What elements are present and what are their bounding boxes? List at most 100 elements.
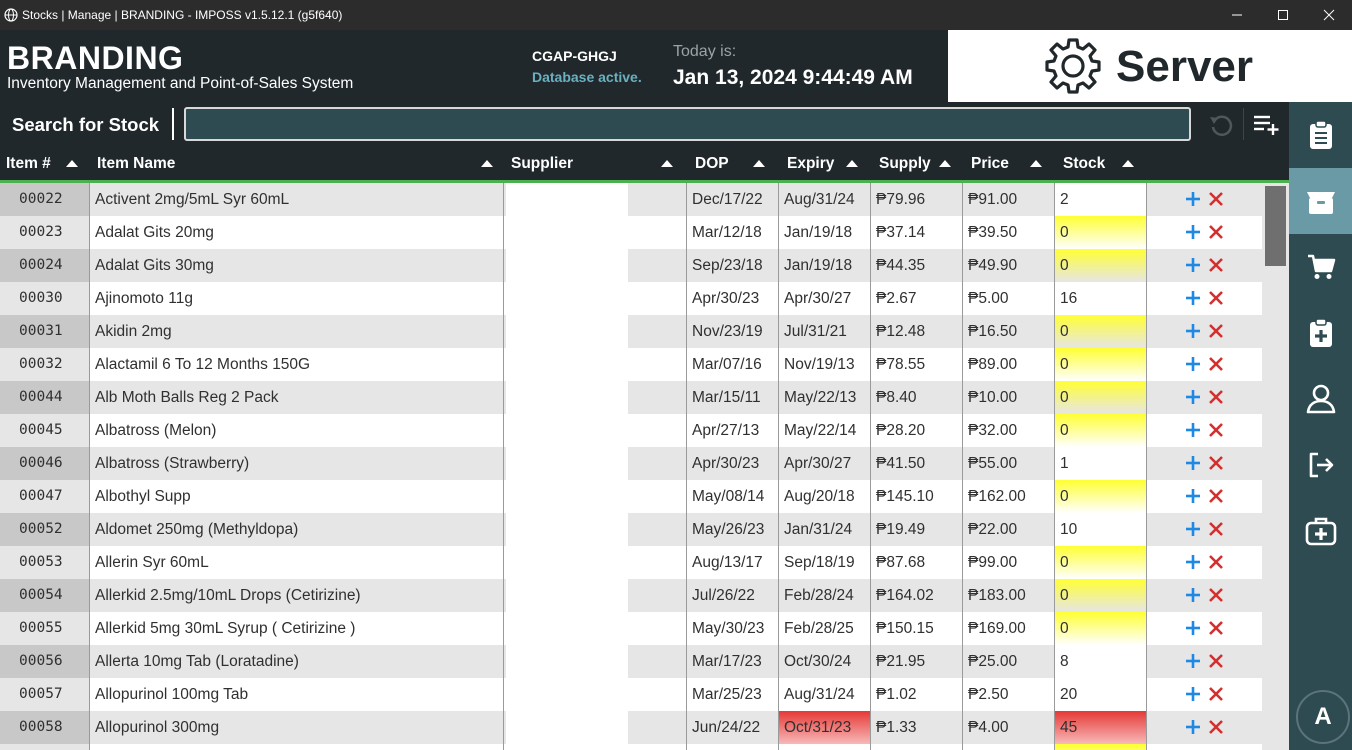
dop-cell: Mar/17/23 (686, 645, 778, 678)
table-row[interactable]: 00023 Adalat Gits 20mg Mar/12/18 Jan/19/18 ₱… (0, 216, 1262, 249)
column-divider (870, 513, 871, 546)
sidebar-item-users[interactable] (1289, 366, 1352, 432)
delete-x-icon[interactable] (1207, 683, 1225, 705)
column-header-expiry[interactable]: Expiry (787, 146, 867, 180)
column-divider (1054, 711, 1055, 744)
column-header-item-name[interactable]: Item Name (97, 146, 497, 180)
plus-icon[interactable] (1184, 419, 1202, 441)
table-row[interactable]: 00057 Allopurinol 100mg Tab Mar/25/23 Aug/3… (0, 678, 1262, 711)
table-row[interactable]: 00053 Allerin Syr 60mL Aug/13/17 Sep/18/19 ₱… (0, 546, 1262, 579)
delete-x-icon[interactable] (1207, 584, 1225, 606)
delete-x-icon[interactable] (1207, 287, 1225, 309)
delete-x-icon[interactable] (1207, 617, 1225, 639)
table-row[interactable]: 00054 Allerkid 2.5mg/10mL Drops (Cetirizi… (0, 579, 1262, 612)
plus-icon[interactable] (1184, 320, 1202, 342)
table-row[interactable]: 00031 Akidin 2mg Nov/23/19 Jul/31/21 ₱12.48 ₱… (0, 315, 1262, 348)
table-row[interactable]: 00055 Allerkid 5mg 30mL Syrup ( Cetirizin… (0, 612, 1262, 645)
table-row[interactable]: 00047 Albothyl Supp May/08/14 Aug/20/18 ₱145… (0, 480, 1262, 513)
stock-cell: 2 (1054, 183, 1146, 216)
supply-cell: ₱12.48 (870, 315, 962, 348)
table-row[interactable] (0, 744, 1262, 750)
column-divider (89, 711, 90, 744)
plus-icon[interactable] (1184, 683, 1202, 705)
sidebar-item-orders[interactable] (1289, 102, 1352, 168)
table-row[interactable]: 00044 Alb Moth Balls Reg 2 Pack Mar/15/11 M… (0, 381, 1262, 414)
delete-x-icon[interactable] (1207, 254, 1225, 276)
delete-x-icon[interactable] (1207, 650, 1225, 672)
column-divider (1054, 678, 1055, 711)
delete-x-icon[interactable] (1207, 716, 1225, 738)
column-header-supply[interactable]: Supply (879, 146, 959, 180)
plus-icon[interactable] (1184, 551, 1202, 573)
plus-icon[interactable] (1184, 188, 1202, 210)
column-header-dop[interactable]: DOP (695, 146, 775, 180)
table-row[interactable]: 00022 Activent 2mg/5mL Syr 60mL Dec/17/22 A… (0, 183, 1262, 216)
column-header-item-no[interactable]: Item # (6, 146, 86, 180)
delete-x-icon[interactable] (1207, 419, 1225, 441)
plus-icon[interactable] (1184, 452, 1202, 474)
delete-x-icon[interactable] (1207, 518, 1225, 540)
column-divider (1146, 315, 1147, 348)
column-divider (89, 678, 90, 711)
column-divider (962, 348, 963, 381)
dop-cell: Sep/23/18 (686, 249, 778, 282)
plus-icon[interactable] (1184, 353, 1202, 375)
table-row[interactable]: 00024 Adalat Gits 30mg Sep/23/18 Jan/19/18 ₱… (0, 249, 1262, 282)
sidebar-item-first-aid[interactable] (1289, 498, 1352, 564)
table-row[interactable]: 00056 Allerta 10mg Tab (Loratadine) Mar/17… (0, 645, 1262, 678)
scrollbar-thumb[interactable] (1265, 186, 1286, 266)
plus-icon[interactable] (1184, 617, 1202, 639)
supplier-cell (506, 612, 628, 645)
column-divider (962, 447, 963, 480)
column-divider (1146, 414, 1147, 447)
plus-icon[interactable] (1184, 518, 1202, 540)
add-stock-button[interactable] (1251, 110, 1281, 140)
delete-x-icon[interactable] (1207, 551, 1225, 573)
plus-icon[interactable] (1184, 386, 1202, 408)
user-avatar[interactable]: A (1296, 690, 1350, 744)
table-row[interactable]: 00032 Alactamil 6 To 12 Months 150G Mar/07… (0, 348, 1262, 381)
plus-icon[interactable] (1184, 650, 1202, 672)
sidebar-item-medical-records[interactable] (1289, 300, 1352, 366)
delete-x-icon[interactable] (1207, 485, 1225, 507)
expiry-cell: Jan/19/18 (778, 216, 870, 249)
sidebar-item-logout[interactable] (1289, 432, 1352, 498)
column-header-stock[interactable]: Stock (1063, 146, 1143, 180)
refresh-button[interactable] (1206, 110, 1236, 140)
column-divider (778, 678, 779, 711)
row-actions (1146, 381, 1262, 414)
table-row[interactable]: 00058 Allopurinol 300mg Jun/24/22 Oct/31/23… (0, 711, 1262, 744)
sidebar-item-stocks[interactable] (1289, 168, 1352, 234)
plus-icon[interactable] (1184, 485, 1202, 507)
column-header-price[interactable]: Price (971, 146, 1051, 180)
delete-x-icon[interactable] (1207, 320, 1225, 342)
price-cell: ₱22.00 (962, 513, 1054, 546)
plus-icon[interactable] (1184, 254, 1202, 276)
table-row[interactable]: 00046 Albatross (Strawberry) Apr/30/23 Apr/… (0, 447, 1262, 480)
delete-x-icon[interactable] (1207, 386, 1225, 408)
column-divider (686, 579, 687, 612)
delete-x-icon[interactable] (1207, 188, 1225, 210)
column-divider (89, 381, 90, 414)
table-row[interactable]: 00030 Ajinomoto 11g Apr/30/23 Apr/30/27 ₱2.6… (0, 282, 1262, 315)
plus-icon[interactable] (1184, 221, 1202, 243)
close-button[interactable] (1306, 0, 1352, 30)
table-row[interactable]: 00052 Aldomet 250mg (Methyldopa) May/26/23… (0, 513, 1262, 546)
plus-icon[interactable] (1184, 716, 1202, 738)
maximize-button[interactable] (1260, 0, 1306, 30)
column-divider (962, 282, 963, 315)
plus-icon[interactable] (1184, 287, 1202, 309)
item-name-cell: Allerkid 5mg 30mL Syrup ( Cetirizine ) (89, 612, 503, 645)
supply-cell: ₱2.67 (870, 282, 962, 315)
delete-x-icon[interactable] (1207, 353, 1225, 375)
delete-x-icon[interactable] (1207, 452, 1225, 474)
delete-x-icon[interactable] (1207, 221, 1225, 243)
plus-icon[interactable] (1184, 584, 1202, 606)
minimize-button[interactable] (1214, 0, 1260, 30)
search-input[interactable] (184, 107, 1191, 141)
vertical-scrollbar[interactable] (1262, 183, 1289, 750)
table-row[interactable]: 00045 Albatross (Melon) Apr/27/13 May/22/14… (0, 414, 1262, 447)
column-header-supplier[interactable]: Supplier (511, 146, 681, 180)
sidebar-item-sales[interactable] (1289, 234, 1352, 300)
sidebar (1289, 102, 1352, 750)
